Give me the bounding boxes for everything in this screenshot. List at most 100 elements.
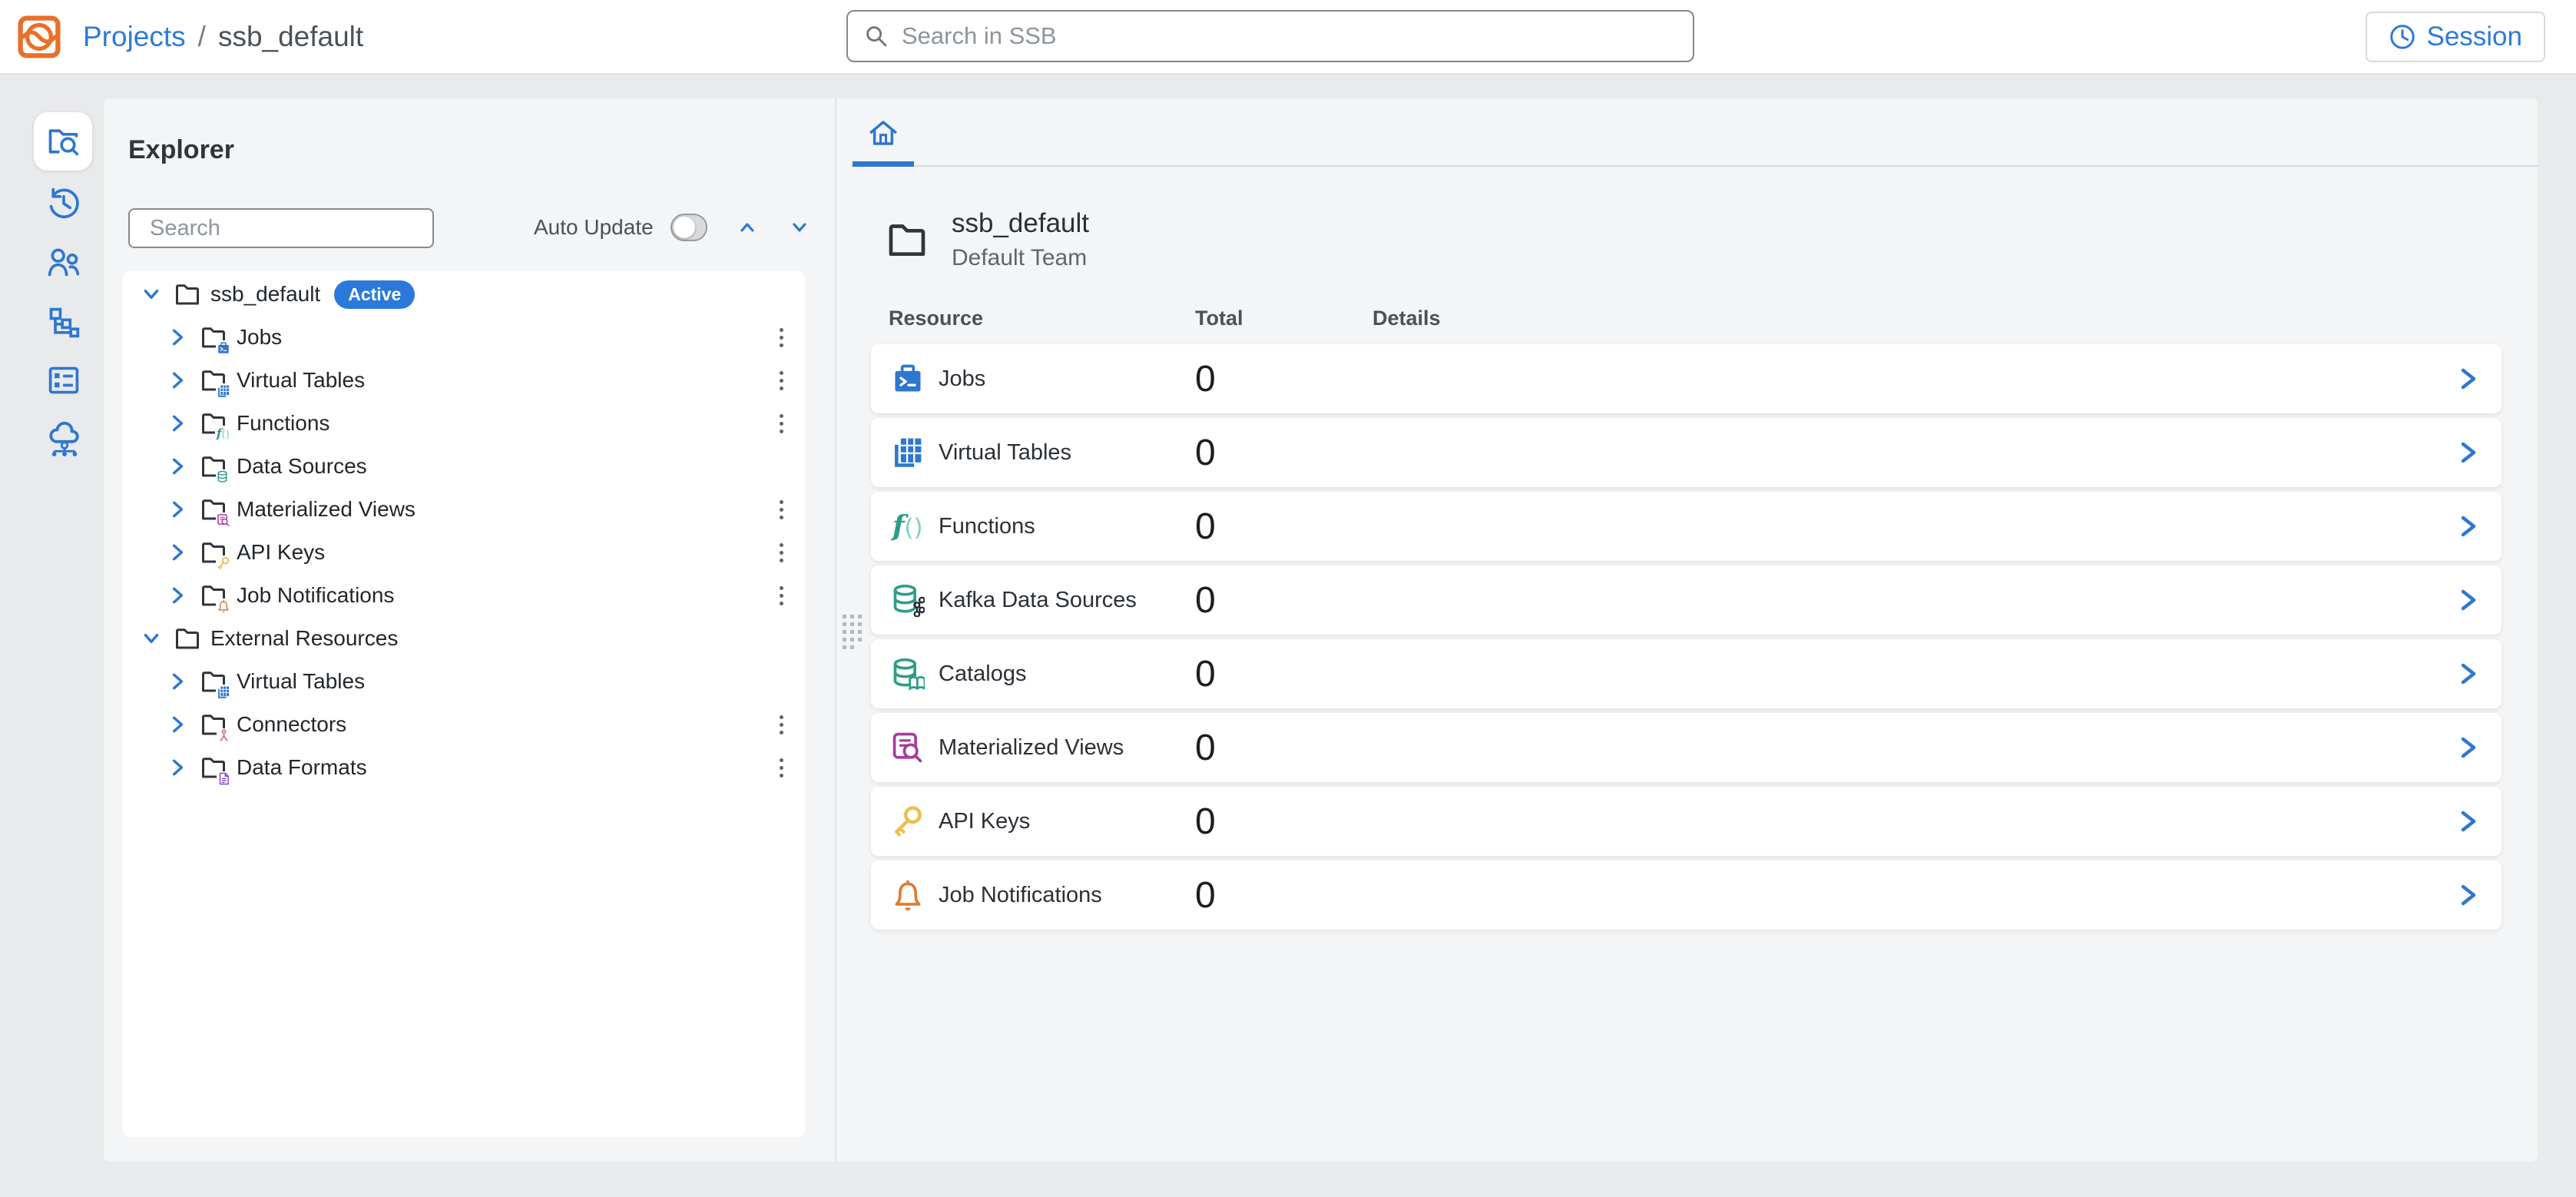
chevron-right-icon[interactable] bbox=[167, 671, 187, 691]
tree-item-data-formats[interactable]: Data Formats bbox=[123, 746, 805, 789]
tree-item-label: Data Formats bbox=[237, 755, 367, 780]
connectors-folder-icon bbox=[200, 711, 227, 738]
tree-item-ssb-default[interactable]: ssb_default Active bbox=[123, 273, 805, 316]
global-search-input[interactable] bbox=[902, 22, 1677, 50]
explorer-search[interactable] bbox=[128, 208, 434, 248]
session-button[interactable]: Session bbox=[2366, 12, 2545, 62]
chevron-right-icon[interactable] bbox=[2455, 514, 2480, 539]
chevron-right-icon[interactable] bbox=[2455, 366, 2480, 391]
tree-item-jobs[interactable]: Jobs bbox=[123, 316, 805, 359]
chevron-up-icon[interactable] bbox=[738, 216, 757, 239]
chevron-right-icon[interactable] bbox=[2455, 735, 2480, 760]
sidebar-item-infrastructure[interactable] bbox=[47, 421, 81, 455]
auto-update-toggle[interactable] bbox=[670, 214, 708, 241]
resource-total: 0 bbox=[1195, 358, 1216, 400]
kebab-menu-icon[interactable] bbox=[775, 754, 788, 782]
chevron-down-icon[interactable] bbox=[141, 284, 161, 304]
resource-row-virtual-tables[interactable]: Virtual Tables 0 bbox=[871, 418, 2502, 487]
resource-row-catalogs[interactable]: Catalogs 0 bbox=[871, 639, 2502, 708]
chevron-right-icon[interactable] bbox=[167, 456, 187, 476]
resource-row-materialized-views[interactable]: Materialized Views 0 bbox=[871, 713, 2502, 782]
resource-label: Materialized Views bbox=[939, 735, 1195, 761]
chevron-right-icon[interactable] bbox=[167, 413, 187, 433]
tree-item-virtual-tables[interactable]: Virtual Tables bbox=[123, 359, 805, 402]
folder-icon bbox=[174, 625, 201, 652]
chevron-right-icon[interactable] bbox=[167, 499, 187, 519]
chevron-right-icon[interactable] bbox=[167, 585, 187, 605]
breadcrumb-projects-link[interactable]: Projects bbox=[83, 21, 186, 53]
explorer-search-input[interactable] bbox=[150, 216, 439, 241]
tree-item-label: Virtual Tables bbox=[237, 368, 365, 393]
kebab-menu-icon[interactable] bbox=[775, 711, 788, 739]
tree-item-connectors[interactable]: Connectors bbox=[123, 703, 805, 746]
folder-icon bbox=[884, 218, 930, 261]
kebab-menu-icon[interactable] bbox=[775, 539, 788, 567]
workspace-panel: Explorer Auto Update ssb_default Active … bbox=[104, 98, 2538, 1162]
chevron-right-icon[interactable] bbox=[2455, 588, 2480, 612]
resource-total: 0 bbox=[1195, 579, 1216, 622]
resource-total: 0 bbox=[1195, 801, 1216, 843]
chevron-right-icon[interactable] bbox=[2455, 809, 2480, 834]
resource-total: 0 bbox=[1195, 727, 1216, 769]
explorer-title: Explorer bbox=[128, 135, 234, 165]
chevron-down-icon[interactable] bbox=[141, 628, 161, 648]
resource-row-kafka-data-sources[interactable]: Kafka Data Sources 0 bbox=[871, 565, 2502, 635]
tree-item-functions[interactable]: Functions bbox=[123, 402, 805, 445]
global-search[interactable] bbox=[846, 10, 1694, 62]
main-content: ssb_default Default Team Resource Total … bbox=[851, 98, 2538, 1162]
tab-home[interactable] bbox=[853, 98, 914, 167]
kebab-menu-icon[interactable] bbox=[775, 582, 788, 610]
kebab-menu-icon[interactable] bbox=[775, 366, 788, 395]
resource-row-jobs[interactable]: Jobs 0 bbox=[871, 344, 2502, 413]
breadcrumb-separator: / bbox=[198, 21, 206, 53]
jobs-folder-icon bbox=[200, 323, 227, 351]
clock-icon bbox=[2389, 23, 2416, 51]
project-overview: ssb_default Default Team Resource Total … bbox=[851, 168, 2538, 1162]
kebab-menu-icon[interactable] bbox=[775, 323, 788, 352]
tree-item-job-notifications[interactable]: Job Notifications bbox=[123, 574, 805, 617]
sidebar-item-history[interactable] bbox=[47, 186, 81, 220]
kebab-menu-icon[interactable] bbox=[775, 496, 788, 524]
chevron-right-icon[interactable] bbox=[167, 542, 187, 562]
tab-bar bbox=[851, 98, 2538, 167]
active-badge: Active bbox=[334, 280, 415, 309]
resource-row-job-notifications[interactable]: Job Notifications 0 bbox=[871, 860, 2502, 930]
tree-item-external-resources[interactable]: External Resources bbox=[123, 617, 805, 660]
chevron-right-icon[interactable] bbox=[2455, 440, 2480, 465]
sidebar-item-teams[interactable] bbox=[47, 245, 81, 279]
ssb-logo-icon[interactable] bbox=[17, 15, 61, 58]
chevron-right-icon[interactable] bbox=[167, 370, 187, 390]
resource-row-api-keys[interactable]: API Keys 0 bbox=[871, 787, 2502, 856]
tree-item-materialized-views[interactable]: Materialized Views bbox=[123, 488, 805, 531]
resource-list: Jobs 0 Virtual Tables 0 Functions 0 bbox=[871, 344, 2502, 934]
tree-item-ext-virtual-tables[interactable]: Virtual Tables bbox=[123, 660, 805, 703]
chevron-right-icon[interactable] bbox=[2455, 883, 2480, 907]
chevron-right-icon[interactable] bbox=[167, 758, 187, 778]
column-total: Total bbox=[1195, 307, 1243, 330]
tree-item-label: Jobs bbox=[237, 325, 282, 350]
chevron-right-icon[interactable] bbox=[167, 715, 187, 734]
tree-item-label: Virtual Tables bbox=[237, 669, 365, 694]
search-icon bbox=[863, 23, 889, 49]
project-header: ssb_default Default Team bbox=[884, 208, 1089, 271]
chevron-right-icon[interactable] bbox=[2455, 662, 2480, 686]
tree-item-data-sources[interactable]: Data Sources bbox=[123, 445, 805, 488]
tree-item-label: Functions bbox=[237, 411, 329, 436]
explorer-tree: ssb_default Active Jobs Virtual Tables bbox=[123, 271, 805, 1137]
sidebar-item-lineage[interactable] bbox=[47, 306, 81, 340]
virtual-tables-folder-icon bbox=[200, 366, 227, 394]
app-header: Projects / ssb_default Session bbox=[0, 0, 2576, 74]
data-sources-folder-icon bbox=[200, 453, 227, 480]
resource-row-functions[interactable]: Functions 0 bbox=[871, 492, 2502, 561]
kebab-menu-icon[interactable] bbox=[775, 410, 788, 438]
data-formats-folder-icon bbox=[200, 754, 227, 781]
chevron-down-icon[interactable] bbox=[790, 216, 809, 239]
resource-label: Job Notifications bbox=[939, 883, 1195, 908]
resource-total: 0 bbox=[1195, 432, 1216, 474]
sidebar-item-explorer[interactable] bbox=[34, 112, 92, 171]
tree-item-api-keys[interactable]: API Keys bbox=[123, 531, 805, 574]
home-icon bbox=[867, 117, 899, 149]
panel-divider bbox=[835, 98, 836, 1162]
sidebar-item-forms[interactable] bbox=[47, 363, 81, 397]
chevron-right-icon[interactable] bbox=[167, 327, 187, 347]
